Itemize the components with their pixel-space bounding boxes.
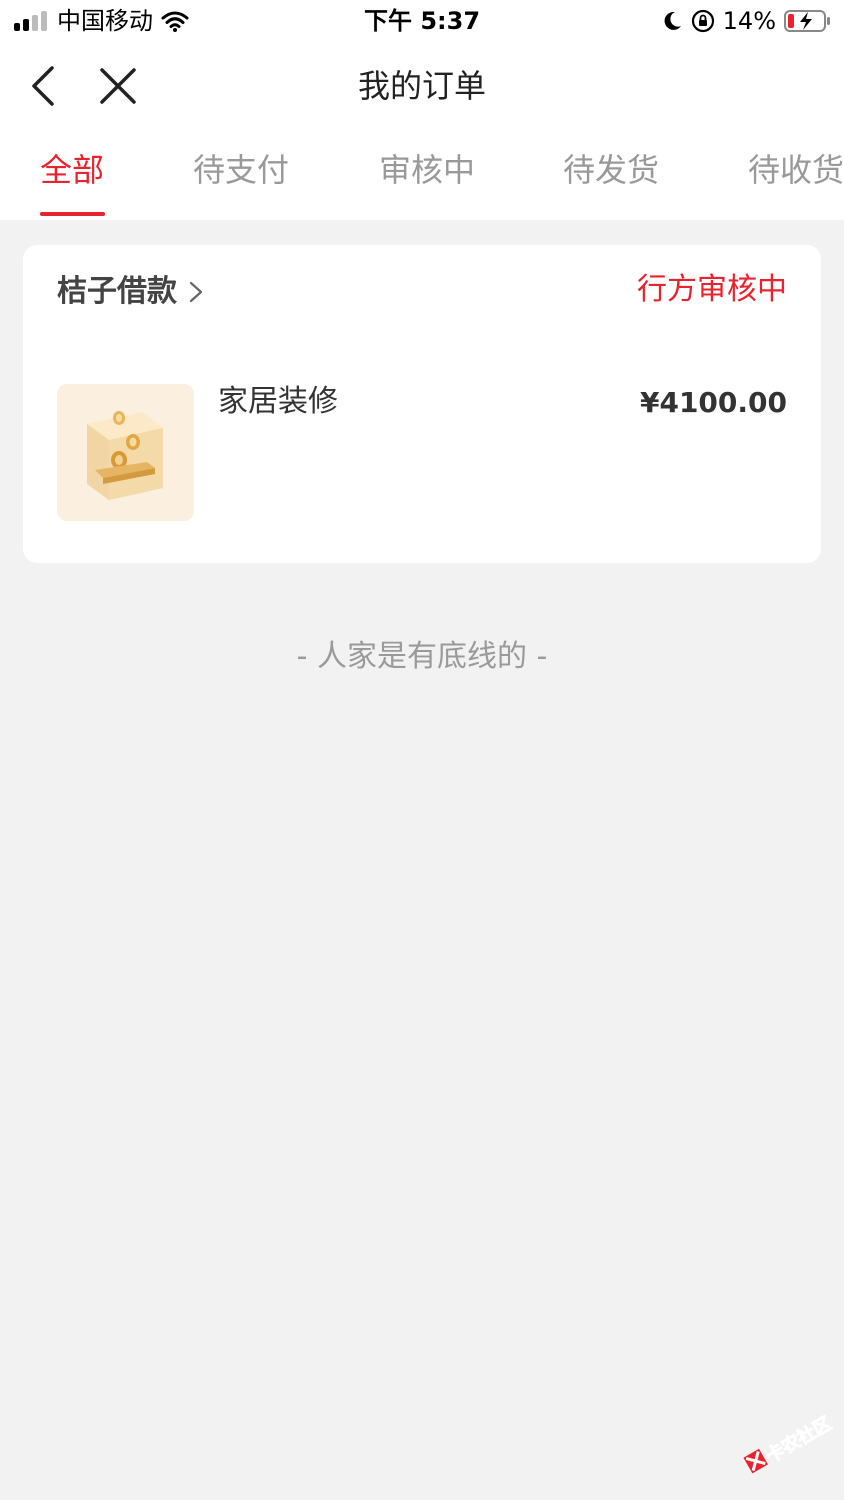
battery-percentage: 14% bbox=[722, 7, 776, 35]
watermark-logo: 卡农社区 bbox=[743, 1412, 835, 1474]
active-tab-indicator bbox=[40, 212, 105, 216]
product-name: 家居装修 bbox=[218, 384, 338, 419]
merchant-name: 桔子借款 bbox=[57, 274, 177, 309]
end-of-list-note: - 人家是有底线的 - bbox=[296, 639, 548, 674]
moon-icon bbox=[664, 11, 681, 30]
orientation-lock-icon bbox=[691, 9, 714, 33]
tab-pending-receipt[interactable]: 待收货 bbox=[748, 148, 844, 192]
page-title: 我的订单 bbox=[357, 67, 486, 105]
tab-pending-payment[interactable]: 待支付 bbox=[193, 148, 289, 192]
order-card[interactable]: 桔子借款 行方审核中 家居装修 ¥4100.00 bbox=[23, 245, 821, 563]
product-image bbox=[57, 384, 194, 521]
battery-charging-icon bbox=[784, 10, 830, 32]
nav-bar: 我的订单 bbox=[0, 44, 844, 130]
product-price: ¥4100.00 bbox=[639, 386, 787, 419]
tab-under-review[interactable]: 审核中 bbox=[379, 148, 475, 192]
merchant-link[interactable]: 桔子借款 bbox=[57, 271, 205, 313]
coin-box-icon bbox=[57, 384, 194, 521]
tab-pending-shipment[interactable]: 待发货 bbox=[563, 148, 659, 192]
order-status: 行方审核中 bbox=[637, 272, 787, 307]
order-tabs: 全部 待支付 审核中 待发货 待收货 bbox=[0, 130, 844, 220]
watermark-text: 卡农社区 bbox=[762, 1412, 835, 1466]
status-bar: 中国移动 下午 5:37 14% bbox=[0, 0, 844, 44]
chevron-right-icon bbox=[189, 281, 203, 303]
tab-all[interactable]: 全部 bbox=[40, 148, 104, 192]
